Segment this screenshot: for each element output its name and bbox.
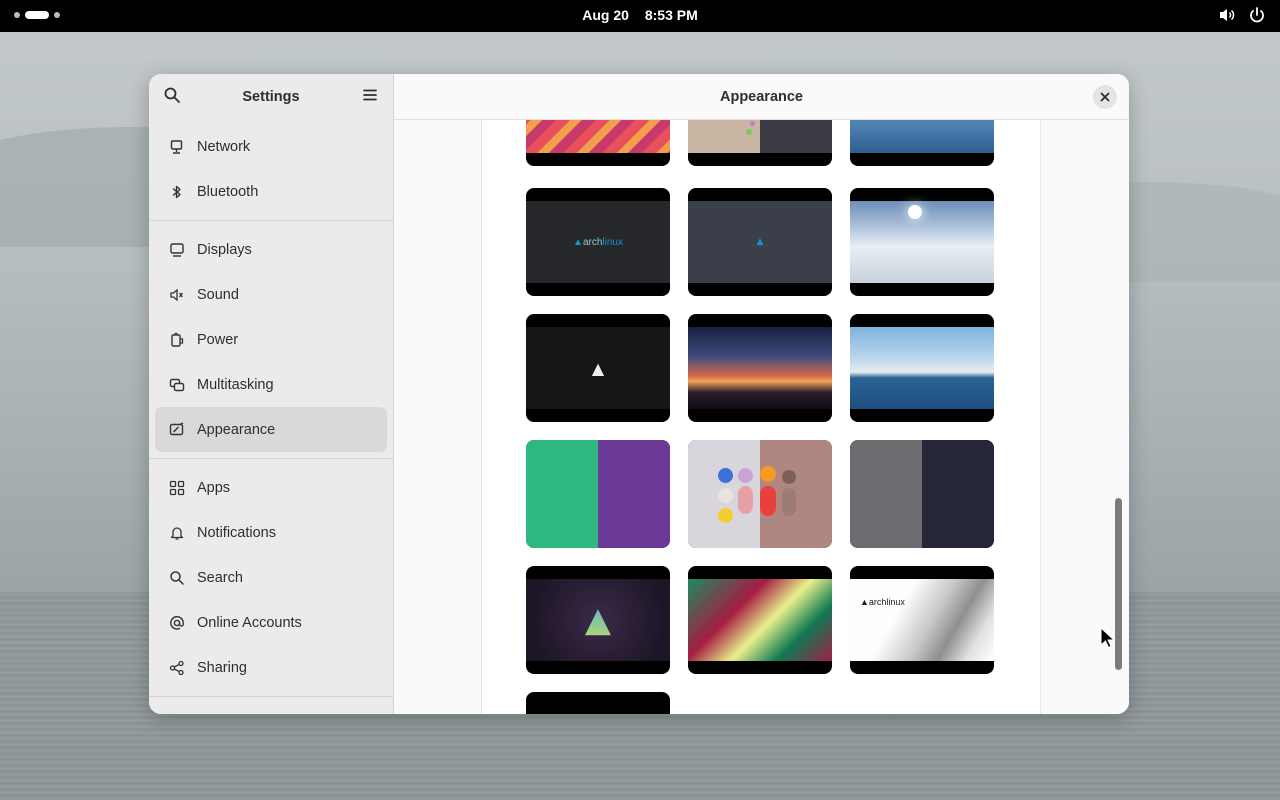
sidebar-item-label: Apps (197, 479, 231, 496)
wallpaper-thumbnail[interactable] (688, 566, 832, 674)
sidebar-item-label: Displays (197, 241, 252, 258)
wallpaper-thumbnail[interactable] (850, 314, 994, 422)
separator (149, 458, 393, 459)
sidebar-item-label: Network (197, 138, 251, 155)
wallpaper-thumbnail[interactable] (526, 120, 670, 166)
wallpaper-thumbnail[interactable]: ▲ (526, 566, 670, 674)
sidebar-item-label: Power (197, 331, 239, 348)
sidebar-item-multitasking[interactable]: Multitasking (155, 362, 387, 407)
search-icon[interactable] (163, 86, 181, 108)
sidebar-item-power[interactable]: Power (155, 317, 387, 362)
close-icon (1100, 92, 1110, 102)
sidebar-item-label: Notifications (197, 524, 276, 541)
page-title: Appearance (719, 88, 803, 105)
network-icon (169, 139, 185, 155)
wallpaper-thumbnail[interactable] (850, 440, 994, 548)
wallpaper-thumbnail[interactable]: ▲ (688, 188, 832, 296)
volume-icon[interactable] (1218, 6, 1236, 28)
clock-date: Aug 20 (582, 7, 629, 23)
sidebar-item-notifications[interactable]: Notifications (155, 510, 387, 555)
mouse-cursor-icon (1100, 627, 1114, 649)
main-pane: Appearance ▲archlinux ▲ ▲ ▲ ▲archlinux (394, 74, 1129, 714)
apps-grid-icon (169, 480, 185, 496)
wallpaper-thumbnail[interactable] (688, 440, 832, 548)
sidebar-item-sound[interactable]: Sound (155, 272, 387, 317)
wallpaper-thumbnail[interactable] (688, 314, 832, 422)
separator (149, 220, 393, 221)
wallpaper-thumbnail[interactable] (688, 120, 832, 166)
separator (149, 696, 393, 697)
sidebar-item-bluetooth[interactable]: Bluetooth (155, 169, 387, 214)
sidebar-item-network[interactable]: Network (155, 124, 387, 169)
sidebar: Settings Network Bluetooth Displays Soun… (149, 74, 394, 714)
sidebar-item-search[interactable]: Search (155, 555, 387, 600)
wallpaper-thumbnail[interactable]: ▲archlinux (850, 566, 994, 674)
sidebar-item-label: Search (197, 569, 243, 586)
wallpaper-thumbnail[interactable] (850, 188, 994, 296)
bell-icon (169, 525, 185, 541)
display-icon (169, 242, 185, 258)
sidebar-item-label: Appearance (197, 421, 276, 438)
sidebar-item-appearance[interactable]: Appearance (155, 407, 387, 452)
bluetooth-icon (169, 184, 185, 200)
sidebar-item-label: Sharing (197, 659, 247, 676)
multitasking-icon (169, 377, 185, 393)
battery-icon (169, 332, 185, 348)
header-bar: Appearance (394, 74, 1129, 120)
wallpaper-thumbnail[interactable] (850, 120, 994, 166)
wallpaper-thumbnail[interactable] (526, 440, 670, 548)
sidebar-item-label: Sound (197, 286, 239, 303)
sidebar-item-apps[interactable]: Apps (155, 465, 387, 510)
sidebar-item-label: Multitasking (197, 376, 274, 393)
appearance-icon (169, 421, 185, 438)
sidebar-item-online-accounts[interactable]: Online Accounts (155, 600, 387, 645)
scrollbar-thumb[interactable] (1115, 498, 1122, 670)
sidebar-item-displays[interactable]: Displays (155, 227, 387, 272)
top-bar: Aug 20 8:53 PM (0, 0, 1280, 32)
wallpaper-thumbnail[interactable]: ▲ (526, 314, 670, 422)
sidebar-item-label: Online Accounts (197, 614, 302, 631)
settings-window: Settings Network Bluetooth Displays Soun… (149, 74, 1129, 714)
hamburger-menu-icon[interactable] (361, 86, 379, 108)
clock-time: 8:53 PM (644, 7, 698, 23)
wallpaper-gallery: ▲archlinux ▲ ▲ ▲ ▲archlinux (481, 120, 1041, 714)
speaker-icon (169, 287, 185, 303)
sidebar-item-sharing[interactable]: Sharing (155, 645, 387, 690)
share-icon (169, 660, 185, 676)
wallpaper-thumbnail[interactable]: ▲archlinux (526, 188, 670, 296)
wallpaper-thumbnail[interactable] (526, 692, 670, 714)
at-icon (169, 615, 185, 631)
sidebar-item-label: Bluetooth (197, 183, 259, 200)
power-icon[interactable] (1248, 6, 1266, 28)
close-button[interactable] (1093, 85, 1117, 109)
sidebar-title: Settings (242, 89, 300, 105)
clock[interactable]: Aug 20 8:53 PM (0, 7, 1280, 23)
search-icon (169, 570, 185, 586)
